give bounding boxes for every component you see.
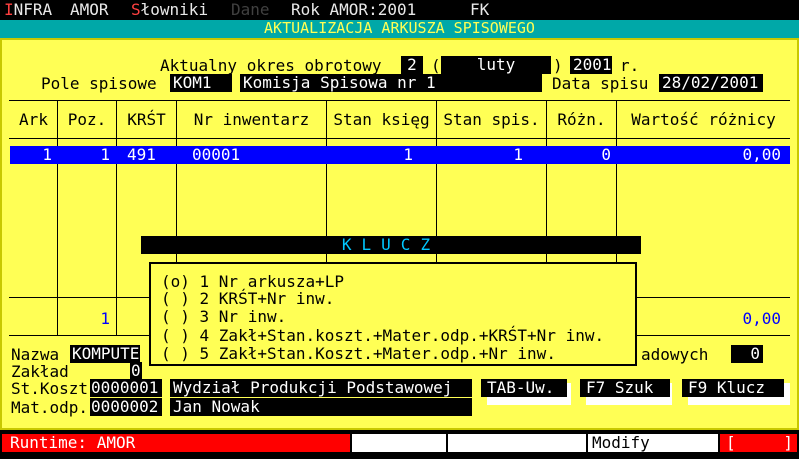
cell-roznica: 0 [601,145,611,164]
col-header-ark[interactable]: Ark [10,112,57,128]
year-field[interactable]: 2001 [570,56,612,74]
cell-nr-inwentarz: 00001 [192,145,241,164]
period-number[interactable]: 2 [401,56,423,74]
f9-key-button[interactable]: F9 Klucz [682,379,784,397]
col-divider [57,101,58,335]
menu-rok-amor[interactable]: Rok AMOR:2001 [291,2,416,18]
menu-slowniki-hotkey: S [131,0,141,19]
status-mode: Modify [588,434,718,452]
table-top-line [9,100,790,101]
menu-infra-hotkey: I [4,0,14,19]
field-code[interactable]: KOM1 [170,74,232,92]
name-label: Nazwa [11,345,60,364]
status-cell [352,434,446,452]
status-bracket-open: [ [726,433,736,452]
klucz-option-2[interactable]: ( ) 2 KRŚT+Nr inw. [161,291,334,307]
klucz-option-4[interactable]: ( ) 4 Zakł+Stan.koszt.+Mater.odp.+KRŚT+N… [161,328,604,344]
matodp-name: Jan Nowak [170,398,472,416]
klucz-option-3[interactable]: ( ) 3 Nr inw. [161,309,286,325]
table-header-line [9,138,790,139]
cell-poz: 1 [100,145,110,164]
status-runtime: Runtime: AMOR [2,434,350,452]
menu-amor[interactable]: AMOR [70,2,109,18]
klucz-option-5[interactable]: ( ) 5 Zakł+Stan.Koszt.+Mater.odp.+Nr inw… [161,346,556,362]
total-count: 1 [100,309,110,328]
col-header-roznica[interactable]: Różn. [547,112,616,128]
col-header-stan-spis[interactable]: Stan spis. [437,112,546,128]
cell-krst: 491 [127,145,156,164]
title-bar: AKTUALIZACJA ARKUSZA SPISOWEGO [0,20,799,38]
cell-stan-ksieg: 1 [403,145,413,164]
menu-slowniki[interactable]: Słowniki [131,2,208,18]
stkoszt-label: St.Koszt [11,379,89,398]
stkoszt-name: Wydział Produkcji Podstawowej [170,379,472,397]
col-header-stan-ksieg[interactable]: Stan księg [327,112,436,128]
right-label: adowych [641,345,709,364]
status-bracket-close: ] [783,433,793,452]
col-header-nr-inwentarz[interactable]: Nr inwentarz [177,112,326,128]
matodp-code[interactable]: 0000002 [90,398,162,416]
name-field[interactable]: KOMPUTE [70,345,140,363]
col-header-poz[interactable]: Poz. [58,112,116,128]
menu-bar: INFRA AMOR Słowniki Dane Rok AMOR:2001 F… [0,0,799,20]
paren-close: ) [553,56,563,75]
tab-button[interactable]: TAB-Uw. [481,379,567,397]
main-panel [0,38,799,430]
menu-infra[interactable]: INFRA [4,2,52,18]
status-cell [448,434,586,452]
cell-wartosc: 0,00 [742,145,781,164]
f7-search-button[interactable]: F7 Szuk [580,379,670,397]
matodp-label: Mat.odp. [11,398,89,417]
cell-stan-spis: 1 [513,145,523,164]
period-label: Aktualny okres obrotowy [160,56,382,75]
field-label: Pole spisowe [41,74,157,93]
klucz-title: KLUCZ [341,235,441,254]
window-title: AKTUALIZACJA ARKUSZA SPISOWEGO [264,19,535,37]
col-header-wartosc[interactable]: Wartość różnicy [617,112,790,128]
date-field[interactable]: 28/02/2001 [659,74,763,92]
year-suffix: r. [620,56,640,75]
date-label: Data spisu [552,74,649,93]
field-name: Komisja Spisowa nr 1 [240,74,542,92]
col-divider [116,101,117,335]
paren-open: ( [431,56,441,75]
klucz-title-bar: KLUCZ [141,236,641,254]
table-row[interactable]: 1 1 491 00001 1 1 0 0,00 [10,146,790,164]
menu-fk[interactable]: FK [470,2,489,18]
cell-ark: 1 [42,145,52,164]
klucz-option-1[interactable]: (o) 1 Nr arkusza+LP [161,274,344,290]
stkoszt-code[interactable]: 0000001 [90,379,162,397]
right-field[interactable]: 0 [731,345,763,363]
total-value: 0,00 [742,309,781,328]
col-header-krst[interactable]: KRŚT [117,112,176,128]
status-indicator: [] [720,434,797,452]
zaklad-label: Zakład [11,362,69,381]
period-month[interactable]: luty [441,56,551,74]
menu-dane[interactable]: Dane [231,2,270,18]
